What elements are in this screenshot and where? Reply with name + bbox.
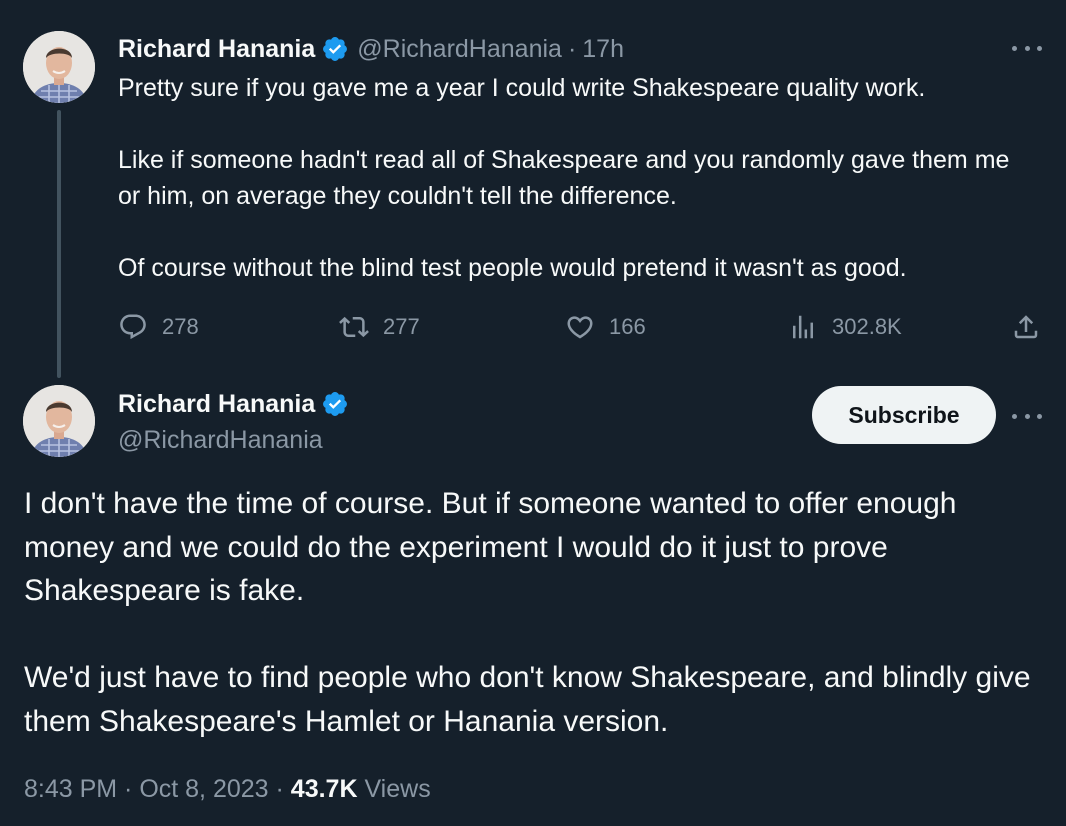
reply-icon [120, 314, 146, 340]
reply-count: 278 [162, 314, 199, 339]
tweet-thread: Richard Hanania @RichardHanania · 17h Pr… [0, 0, 1066, 826]
like-count: 166 [609, 314, 646, 339]
tweet1-text: Pretty sure if you gave me a year I coul… [118, 70, 1038, 286]
tweet1-paragraph: Like if someone hadn't read all of Shake… [118, 146, 1010, 210]
separator: · [567, 35, 577, 63]
tweet2-paragraph: I don't have the time of course. But if … [24, 487, 957, 607]
author-handle[interactable]: @RichardHanania [118, 423, 357, 457]
tweet1-header: Richard Hanania @RichardHanania · 17h [118, 30, 624, 68]
repost-button[interactable]: 277 [339, 308, 420, 346]
author-name[interactable]: Richard Hanania [118, 30, 315, 68]
subscribe-button[interactable]: Subscribe [812, 386, 996, 444]
thread-connector [57, 110, 61, 378]
post-time[interactable]: 17h [582, 30, 624, 68]
like-button[interactable]: 166 [565, 308, 646, 346]
heart-icon [567, 316, 593, 339]
views-label: Views [357, 775, 431, 803]
more-icon[interactable] [1012, 406, 1042, 426]
tweet1-paragraph: Of course without the blind test people … [118, 254, 907, 282]
views-icon [793, 315, 813, 339]
tweet2-paragraph: We'd just have to find people who don't … [24, 661, 1031, 738]
tweet2-meta: 8:43 PM · Oct 8, 2023 · 43.7K Views [24, 770, 431, 808]
author-name[interactable]: Richard Hanania [118, 385, 315, 423]
avatar[interactable] [23, 385, 95, 457]
reply-button[interactable]: 278 [118, 308, 199, 346]
share-icon [1014, 315, 1038, 339]
timestamp[interactable]: 8:43 PM · Oct 8, 2023 · [24, 775, 291, 803]
tweet2-text: I don't have the time of course. But if … [24, 482, 1034, 743]
verified-badge-icon [321, 35, 349, 63]
views-button[interactable]: 302.8K [788, 308, 902, 346]
tweet1-actions: 278 277 166 302.8K [118, 308, 1043, 346]
author-handle[interactable]: @RichardHanania [357, 30, 562, 68]
verified-badge-icon [321, 390, 349, 418]
tweet2-header: Richard Hanania @RichardHanania [118, 385, 357, 457]
repost-icon [339, 316, 369, 338]
avatar[interactable] [23, 31, 95, 103]
more-icon[interactable] [1012, 38, 1042, 58]
views-count: 302.8K [832, 314, 902, 339]
tweet1-paragraph: Pretty sure if you gave me a year I coul… [118, 74, 926, 102]
share-button[interactable] [1011, 308, 1041, 346]
repost-count: 277 [383, 314, 420, 339]
views-count: 43.7K [290, 775, 358, 803]
